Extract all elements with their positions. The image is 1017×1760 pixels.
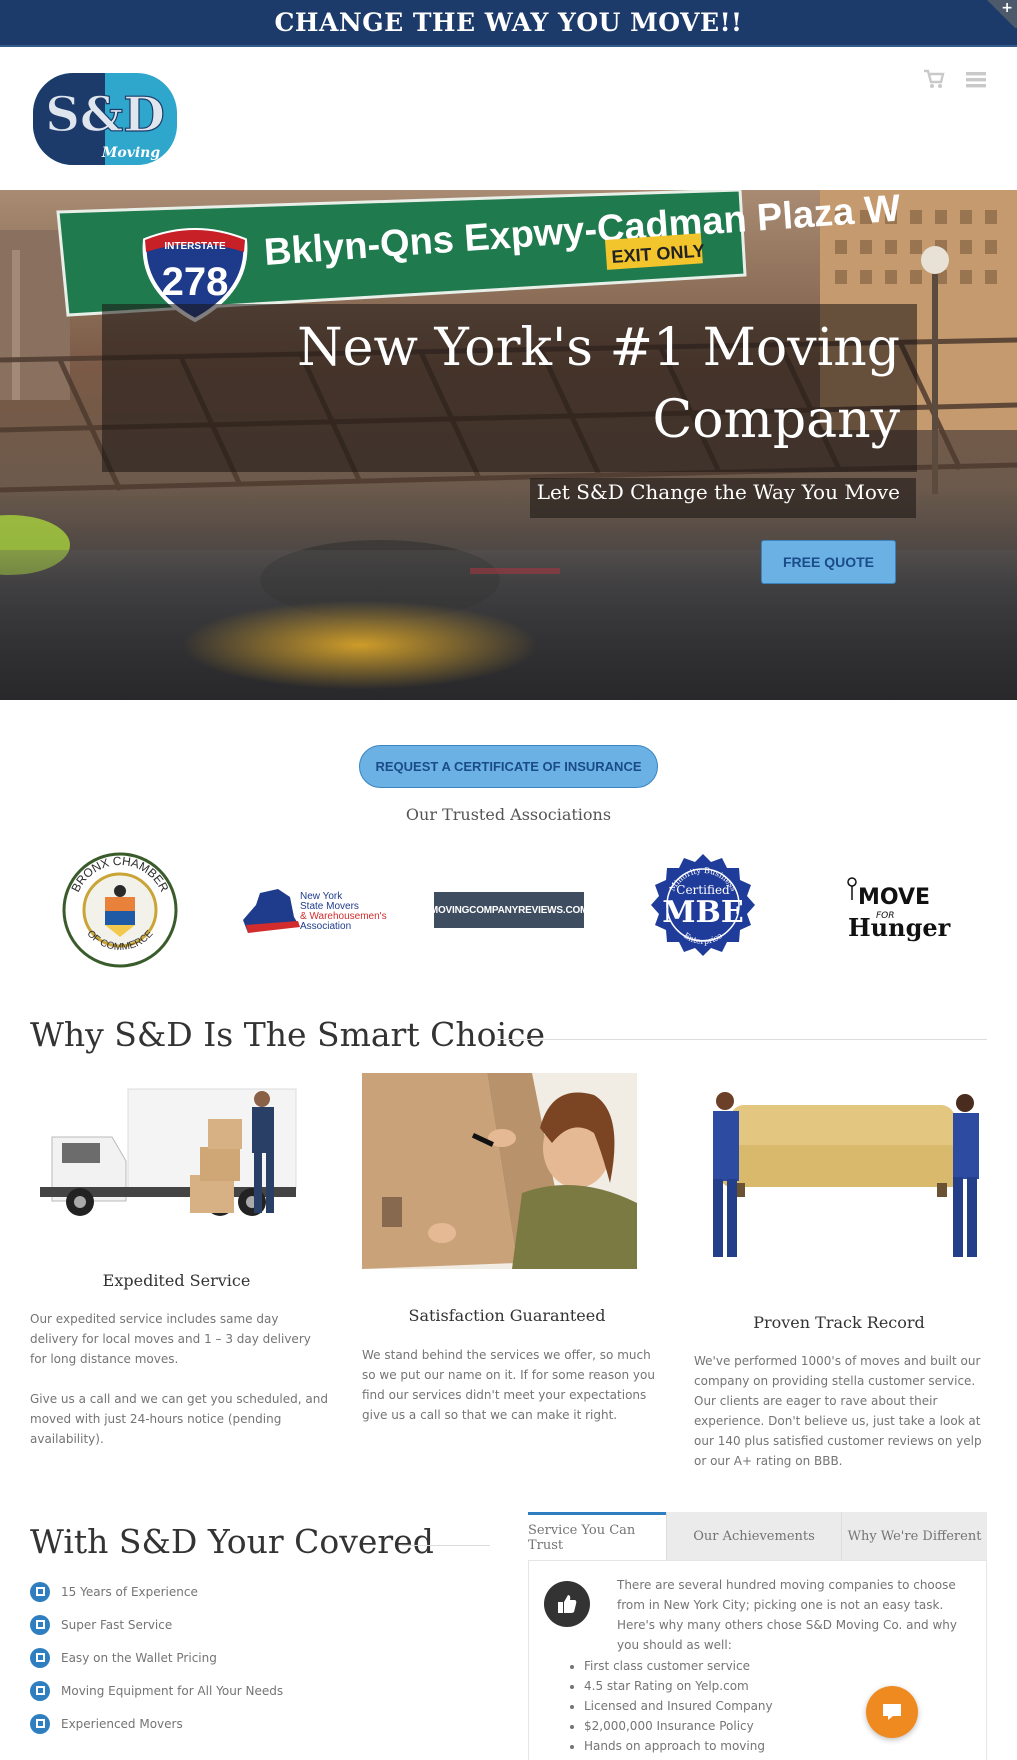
free-quote-button[interactable]: FREE QUOTE [761, 540, 896, 584]
move-for-hunger-graphic: MOVE FOR Hunger [847, 877, 951, 942]
list-item: First class customer service [584, 1656, 773, 1676]
associations-row: BRONX CHAMBER OF COMMERCE New York State… [0, 845, 1017, 975]
feature-heading-expedited: Expedited Service [102, 1271, 251, 1290]
chat-icon [883, 1704, 901, 1720]
feature-heading-satisfaction: Satisfaction Guaranteed [408, 1306, 606, 1325]
feature-paragraph: We stand behind the services we offer, s… [362, 1348, 655, 1422]
shield-number: 278 [162, 260, 229, 304]
covered-list: 15 Years of Experience Super Fast Servic… [30, 1575, 283, 1740]
covered-item-text: Experienced Movers [61, 1716, 183, 1731]
check-icon [30, 1713, 50, 1734]
site-header: S&D Moving [0, 47, 1017, 190]
covered-section-title: With S&D Your Covered [30, 1522, 434, 1561]
check-icon [30, 1581, 50, 1602]
check-icon [30, 1680, 50, 1701]
cart-icon[interactable] [923, 69, 945, 89]
move-text: MOVE [858, 885, 930, 910]
thumbs-up-icon [544, 1581, 590, 1627]
list-item: Hands on approach to moving [584, 1736, 773, 1756]
list-item: Experienced Movers [30, 1707, 283, 1740]
list-item: Super Fast Service [30, 1608, 283, 1641]
feature-text-track-record: We've performed 1000's of moves and buil… [694, 1351, 987, 1491]
certificate-button[interactable]: REQUEST A CERTIFICATE OF INSURANCE [359, 745, 658, 788]
truck-image [30, 1075, 320, 1250]
tab-service-you-can-trust[interactable]: Service You Can Trust [528, 1512, 666, 1560]
plus-icon[interactable]: + [985, 0, 1017, 28]
nysmwa-logo[interactable]: New York State Movers & Warehousemen's A… [238, 845, 393, 975]
bronx-chamber-logo[interactable]: BRONX CHAMBER OF COMMERCE [60, 845, 180, 975]
movers-couch-image [695, 1083, 987, 1268]
move-for-hunger-logo[interactable]: MOVE FOR Hunger [836, 845, 956, 975]
tab-why-were-different[interactable]: Why We're Different [841, 1512, 987, 1560]
check-icon [30, 1647, 50, 1668]
list-item: Moving Equipment for All Your Needs [30, 1674, 283, 1707]
mbe-logo[interactable]: Minority Business Enterprise Certified M… [645, 845, 761, 975]
list-item: Licensed and Insured Company [584, 1696, 773, 1716]
covered-item-text: 15 Years of Experience [61, 1584, 198, 1599]
tab-our-achievements[interactable]: Our Achievements [666, 1512, 841, 1560]
covered-item-text: Super Fast Service [61, 1617, 173, 1632]
hero-title-line-2: Company [652, 390, 900, 450]
banner-text: CHANGE THE WAY YOU MOVE!! [274, 8, 743, 37]
feature-heading-track-record: Proven Track Record [753, 1313, 925, 1332]
chat-button[interactable] [866, 1686, 918, 1738]
nysmwa-line-4: Association [300, 921, 351, 932]
why-title-divider [495, 1039, 987, 1040]
mbe-seal-icon: Minority Business Enterprise Certified M… [651, 854, 755, 956]
hero-banner: Bklyn-Qns Expwy-Cadman Plaza W EXIT ONLY… [0, 190, 1017, 700]
hero-subtitle: Let S&D Change the Way You Move [536, 480, 900, 504]
logo[interactable]: S&D Moving [31, 71, 179, 167]
header-icons [923, 69, 987, 89]
menu-icon[interactable] [965, 69, 987, 89]
covered-item-text: Easy on the Wallet Pricing [61, 1650, 217, 1665]
tab-bar: Service You Can Trust Our Achievements W… [528, 1512, 987, 1560]
movingcompanyreviews-logo[interactable]: MOVINGCOMPANYREVIEWS.COM [430, 845, 588, 975]
feature-text-expedited: Our expedited service includes same day … [30, 1309, 330, 1469]
shield-top-text: INTERSTATE [164, 241, 226, 252]
mbe-mark-text: MBE [662, 895, 743, 930]
tab-panel: There are several hundred moving compani… [528, 1560, 987, 1760]
taxi-blur [180, 600, 540, 690]
bronx-chamber-seal-icon: BRONX CHAMBER OF COMMERCE [62, 852, 178, 968]
hero-title-line-1: New York's #1 Moving [297, 318, 900, 378]
list-item: Easy on the Wallet Pricing [30, 1641, 283, 1674]
nysmwa-logo-graphic: New York State Movers & Warehousemen's A… [243, 889, 387, 933]
woman-box-image [362, 1073, 637, 1269]
tab-intro-text: There are several hundred moving compani… [617, 1578, 958, 1652]
covered-title-divider [402, 1545, 490, 1546]
feature-text-satisfaction: We stand behind the services we offer, s… [362, 1345, 657, 1445]
list-item: $2,000,000 Insurance Policy [584, 1716, 773, 1736]
list-item: 4.5 star Rating on Yelp.com [584, 1676, 773, 1696]
top-banner: CHANGE THE WAY YOU MOVE!! + [0, 0, 1017, 47]
logo-text: S&D [45, 87, 165, 143]
why-section-title: Why S&D Is The Smart Choice [30, 1015, 546, 1054]
tab-bullet-list: First class customer service 4.5 star Ra… [584, 1656, 773, 1756]
associations-title: Our Trusted Associations [405, 805, 612, 824]
covered-item-text: Moving Equipment for All Your Needs [61, 1683, 284, 1698]
feature-paragraph: Our expedited service includes same day … [30, 1312, 311, 1366]
logo-script: Moving [101, 145, 160, 161]
check-icon [30, 1614, 50, 1635]
feature-paragraph: Give us a call and we can get you schedu… [30, 1392, 328, 1446]
movingcompanyreviews-text: MOVINGCOMPANYREVIEWS.COM [429, 904, 589, 916]
list-item: 15 Years of Experience [30, 1575, 283, 1608]
feature-paragraph: We've performed 1000's of moves and buil… [694, 1354, 982, 1468]
hunger-text: Hunger [848, 913, 951, 942]
hero-title: New York's #1 Moving Company [180, 312, 900, 456]
